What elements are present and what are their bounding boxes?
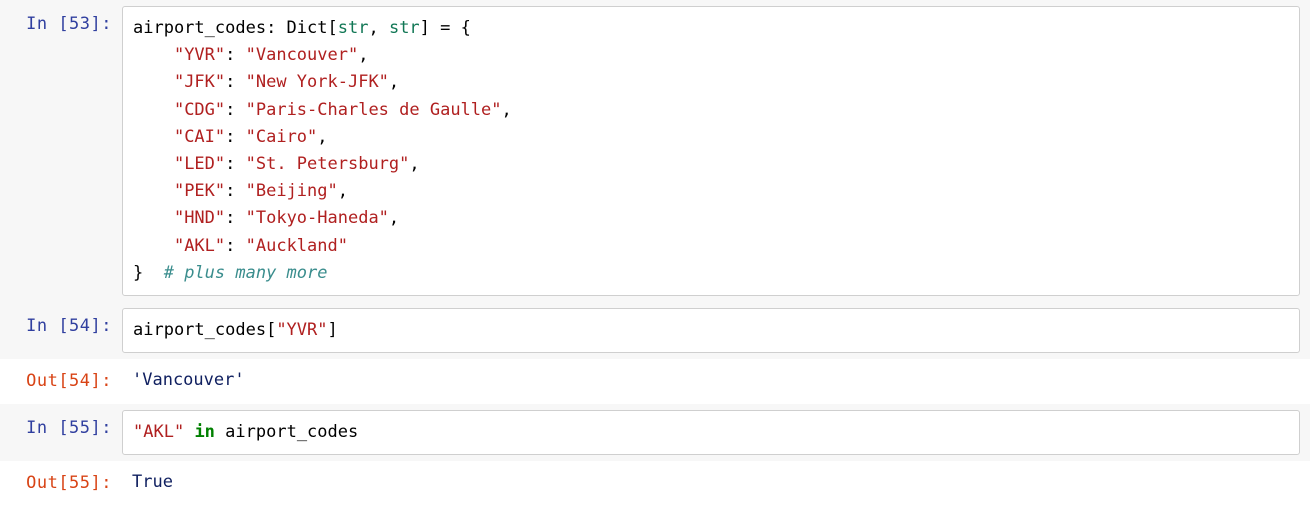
dict-key: "HND" <box>174 208 225 228</box>
code-text: "AKL" in airport_codes <box>133 419 1289 446</box>
code-input[interactable]: airport_codes: Dict[str, str] = { "YVR":… <box>122 6 1300 296</box>
dict-val: "St. Petersburg" <box>246 154 410 174</box>
output-area: 'Vancouver' <box>122 363 1300 396</box>
dict-key: "CDG" <box>174 100 225 120</box>
in-prompt: In [54]: <box>0 308 122 336</box>
dict-val: "Vancouver" <box>246 45 359 65</box>
dict-val: "Tokyo-Haneda" <box>246 208 389 228</box>
code-input[interactable]: "AKL" in airport_codes <box>122 410 1300 455</box>
dict-key: "AKL" <box>174 236 225 256</box>
code-input[interactable]: airport_codes["YVR"] <box>122 308 1300 353</box>
dict-key: "CAI" <box>174 127 225 147</box>
input-cell[interactable]: In [53]: airport_codes: Dict[str, str] =… <box>0 0 1310 302</box>
type-str2: str <box>389 18 420 38</box>
input-cell[interactable]: In [54]: airport_codes["YVR"] <box>0 302 1310 359</box>
comment: # plus many more <box>164 263 328 283</box>
dict-key: "JFK" <box>174 72 225 92</box>
dict-key: "PEK" <box>174 181 225 201</box>
in-prompt: In [53]: <box>0 6 122 34</box>
dict-key: "AKL" <box>133 422 184 442</box>
out-prompt: Out[55]: <box>0 465 122 493</box>
output-cell: Out[54]: 'Vancouver' <box>0 359 1310 404</box>
output-text: 'Vancouver' <box>132 370 245 390</box>
dict-val: "Cairo" <box>246 127 318 147</box>
var-name: airport_codes <box>225 422 358 442</box>
dict-key: "YVR" <box>276 320 327 340</box>
output-text: True <box>132 472 173 492</box>
var-name: airport_codes <box>133 320 266 340</box>
in-prompt: In [55]: <box>0 410 122 438</box>
keyword-in: in <box>194 422 214 442</box>
code-text: airport_codes: Dict[str, str] = { "YVR":… <box>133 15 1289 287</box>
output-cell: Out[55]: True <box>0 461 1310 506</box>
output-area: True <box>122 465 1300 498</box>
dict-val: "New York-JFK" <box>246 72 389 92</box>
dict-val: "Beijing" <box>246 181 338 201</box>
type-str1: str <box>338 18 369 38</box>
dict-val: "Paris-Charles de Gaulle" <box>246 100 502 120</box>
input-cell[interactable]: In [55]: "AKL" in airport_codes <box>0 404 1310 461</box>
dict-key: "LED" <box>174 154 225 174</box>
code-text: airport_codes["YVR"] <box>133 317 1289 344</box>
type-dict: Dict <box>287 18 328 38</box>
var-name: airport_codes <box>133 18 266 38</box>
dict-key: "YVR" <box>174 45 225 65</box>
dict-val: "Auckland" <box>246 236 348 256</box>
out-prompt: Out[54]: <box>0 363 122 391</box>
